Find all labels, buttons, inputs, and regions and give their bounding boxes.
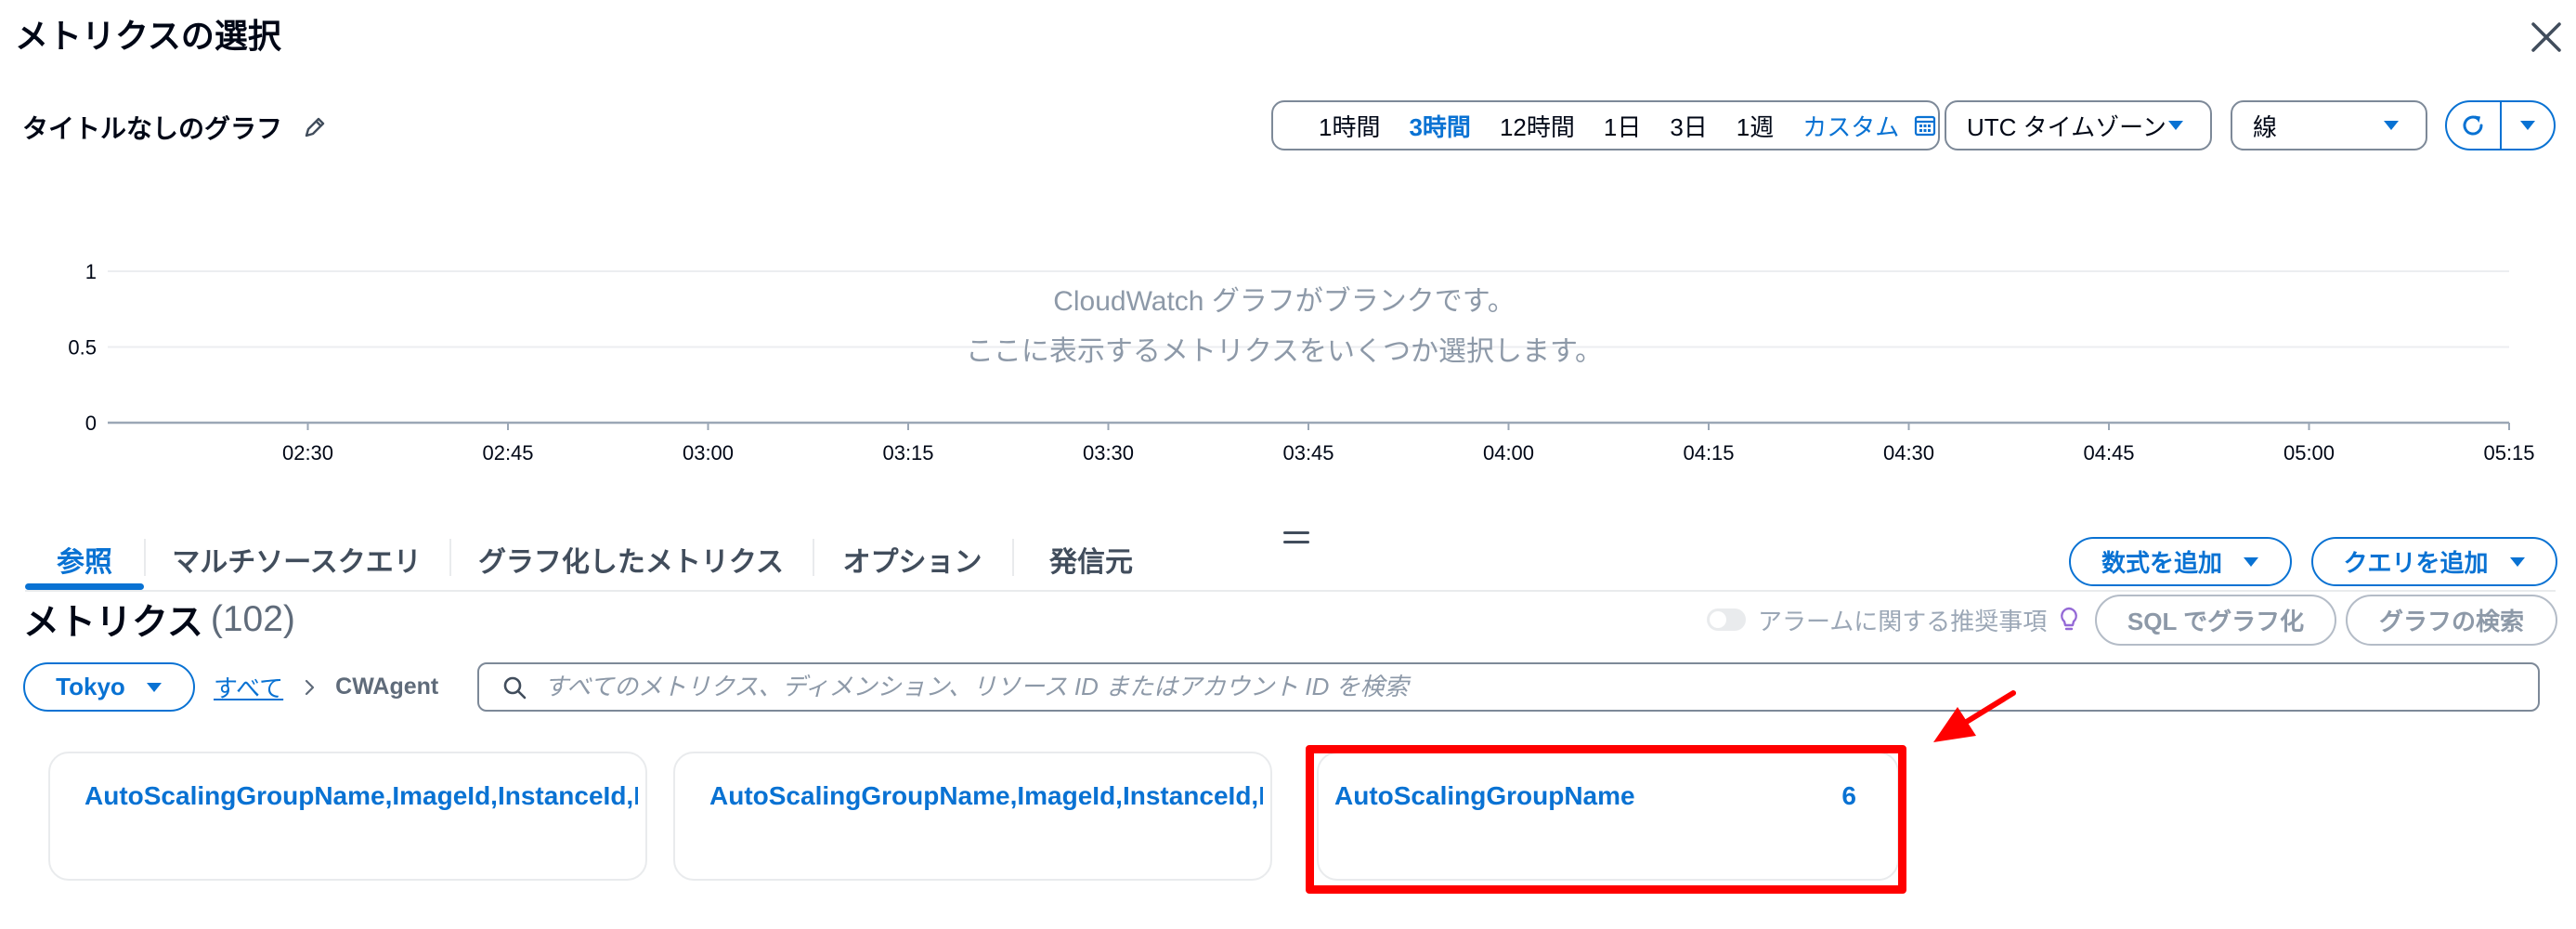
lightbulb-icon: [2061, 607, 2078, 631]
time-range-3h[interactable]: 3時間: [1409, 109, 1470, 143]
tab-options[interactable]: オプション: [813, 528, 1012, 590]
x-tick-label: 03:30: [1083, 441, 1134, 464]
calendar-icon: [1915, 115, 1936, 137]
y-tick-label: 0: [85, 412, 97, 435]
graph-title-row: タイトルなしのグラフ: [22, 106, 327, 149]
breadcrumb-all-link[interactable]: すべて: [214, 670, 283, 704]
time-range-custom-label: カスタム: [1802, 112, 1900, 141]
refresh-button[interactable]: [2447, 102, 2500, 149]
add-query-label: クエリを追加: [2343, 549, 2489, 577]
chart-type-dropdown[interactable]: 線: [2231, 100, 2427, 150]
x-tick-label: 04:00: [1483, 441, 1534, 464]
x-tick-label: 02:45: [482, 441, 533, 464]
breadcrumb: すべて CWAgent: [214, 662, 438, 712]
graph-search-button[interactable]: グラフの検索: [2346, 595, 2557, 646]
namespace-card-autoscaling-group[interactable]: AutoScalingGroupName 6: [1317, 752, 1899, 881]
namespace-card-count: 6: [1841, 781, 1856, 810]
y-tick-label: 0.5: [68, 336, 97, 360]
time-range-1w[interactable]: 1週: [1737, 109, 1774, 143]
resize-handle[interactable]: [1283, 530, 1309, 546]
refresh-button-group: [2445, 100, 2556, 150]
x-tick-label: 04:45: [2083, 441, 2134, 464]
time-range-selector: 1時間 3時間 12時間 1日 3日 1週 カスタム: [1271, 100, 1940, 150]
caret-down-icon: [2509, 556, 2526, 568]
caret-down-icon: [2243, 556, 2259, 568]
add-math-button[interactable]: 数式を追加: [2069, 537, 2292, 586]
x-tick-label: 03:45: [1282, 441, 1334, 464]
resize-handle-bar: [1283, 541, 1309, 543]
region-dropdown[interactable]: Tokyo: [23, 662, 195, 712]
refresh-options-dropdown[interactable]: [2499, 102, 2555, 149]
time-range-1d[interactable]: 1日: [1604, 109, 1641, 143]
refresh-icon: [2463, 115, 2483, 136]
close-button[interactable]: [2524, 15, 2569, 59]
x-tick-label: 04:15: [1683, 441, 1734, 464]
tab-browse[interactable]: 参照: [25, 528, 144, 590]
alarm-recommendation-toggle-row: アラームに関する推奨事項: [1707, 604, 2079, 635]
namespace-card-title: AutoScalingGroupName,ImageId,InstanceId,…: [709, 781, 1263, 810]
caret-down-icon: [146, 682, 163, 693]
namespace-card-title: AutoScalingGroupName: [1334, 781, 1635, 810]
x-tick-label: 05:00: [2283, 441, 2335, 464]
sql-graph-button[interactable]: SQL でグラフ化: [2095, 595, 2336, 646]
close-icon: [2531, 22, 2561, 52]
namespace-card-title: AutoScalingGroupName,ImageId,InstanceId,…: [85, 781, 638, 810]
dialog-title: メトリクスの選択: [15, 17, 281, 55]
caret-down-icon: [2383, 120, 2400, 131]
blank-message-line: ここに表示するメトリクスをいくつか選択します。: [965, 336, 1604, 367]
tab-graphed-metrics[interactable]: グラフ化したメトリクス: [449, 528, 813, 590]
region-label: Tokyo: [56, 673, 125, 700]
resize-handle-bar: [1283, 531, 1309, 534]
caret-down-icon: [2167, 120, 2184, 131]
alarm-recommendation-toggle[interactable]: [1707, 608, 1746, 631]
x-tick-label: 02:30: [282, 441, 333, 464]
chevron-right-icon: [300, 678, 319, 697]
x-tick-label: 05:15: [2483, 441, 2534, 464]
pencil-icon: [305, 117, 325, 137]
metrics-search-box: [477, 662, 2540, 712]
x-tick-label: 03:15: [882, 441, 933, 464]
breadcrumb-current: CWAgent: [335, 674, 439, 700]
add-math-label: 数式を追加: [2101, 549, 2222, 577]
y-tick-label: 1: [85, 260, 97, 283]
namespace-card[interactable]: AutoScalingGroupName,ImageId,InstanceId,…: [673, 752, 1272, 881]
caret-down-icon: [2519, 120, 2536, 131]
tab-divider: [25, 590, 2556, 592]
tab-bar: 参照 マルチソースクエリ グラフ化したメトリクス オプション 発信元: [25, 528, 1170, 590]
alarm-recommendation-label: アラームに関する推奨事項: [1758, 607, 2048, 635]
x-tick-label: 04:30: [1883, 441, 1934, 464]
metrics-count: (102): [210, 599, 295, 639]
tab-source[interactable]: 発信元: [1012, 528, 1170, 590]
toggle-knob: [1710, 611, 1726, 628]
x-tick-label: 03:00: [683, 441, 734, 464]
time-range-12h[interactable]: 12時間: [1500, 109, 1575, 143]
blank-message-line: CloudWatch グラフがブランクです。: [1053, 286, 1516, 317]
tab-multi-source-query[interactable]: マルチソースクエリ: [144, 528, 449, 590]
metrics-search-input[interactable]: [542, 672, 2538, 702]
time-range-1h[interactable]: 1時間: [1319, 109, 1380, 143]
search-icon: [503, 676, 527, 699]
metrics-heading-label: メトリクス: [23, 603, 203, 643]
time-range-3d[interactable]: 3日: [1670, 109, 1707, 143]
namespace-card[interactable]: AutoScalingGroupName,ImageId,InstanceId,…: [48, 752, 647, 881]
timezone-dropdown[interactable]: UTC タイムゾーン: [1945, 100, 2212, 150]
chart-type-value: 線: [2253, 112, 2278, 141]
metrics-heading: メトリクス (102): [23, 595, 295, 645]
graph-title: タイトルなしのグラフ: [22, 114, 283, 143]
add-query-button[interactable]: クエリを追加: [2311, 537, 2557, 586]
edit-title-button[interactable]: [303, 115, 327, 139]
time-range-custom[interactable]: カスタム: [1802, 109, 1936, 143]
timezone-value: UTC タイムゾーン: [1967, 112, 2166, 141]
graph-blank-message: CloudWatch グラフがブランクです。 ここに表示するメトリクスをいくつか…: [820, 277, 1749, 377]
